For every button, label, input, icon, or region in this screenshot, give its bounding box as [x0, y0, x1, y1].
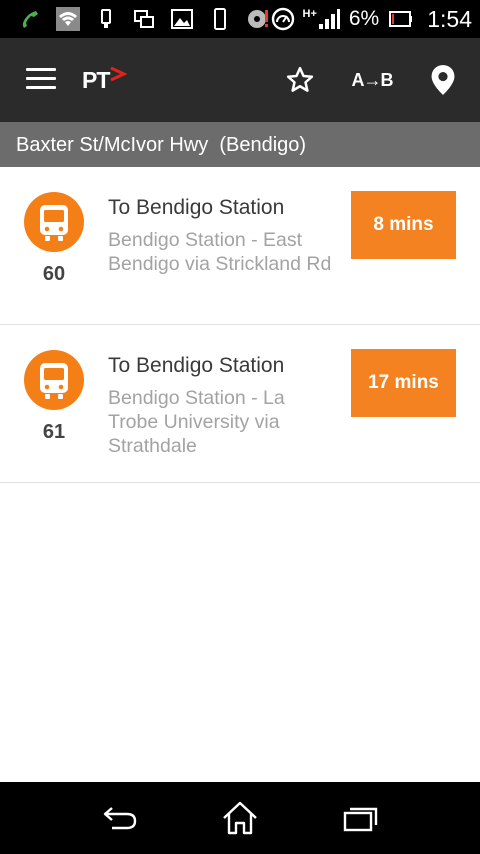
- navigation-bar: [0, 782, 480, 854]
- favorite-star-icon: [286, 66, 314, 92]
- screen-mirror-icon: [134, 10, 154, 28]
- home-icon: [223, 801, 257, 835]
- departure-time-button[interactable]: 17 mins: [351, 349, 456, 417]
- menu-icon: [20, 68, 64, 89]
- destination-label: To Bendigo Station: [108, 196, 285, 219]
- status-bar-notifications: [18, 6, 270, 32]
- device-icon: [214, 8, 226, 30]
- favorite-button[interactable]: [278, 58, 322, 102]
- battery-icon: [389, 11, 413, 27]
- battery-percent: 6%: [348, 7, 380, 30]
- destination-label: To Bendigo Station: [108, 354, 285, 377]
- usb-debug-icon: [101, 9, 111, 28]
- location-pin-icon: [431, 65, 455, 95]
- journey-planner-button[interactable]: A→B: [350, 58, 394, 102]
- network-type-label: H+: [302, 8, 317, 20]
- stop-header: Baxter St/McIvor Hwy (Bendigo): [0, 122, 480, 168]
- bus-icon: [24, 350, 84, 410]
- recent-apps-button[interactable]: [338, 798, 382, 838]
- status-bar-system: H+ 6% 1:54: [271, 5, 472, 32]
- storage-alert-icon: [248, 10, 268, 28]
- image-icon: [171, 9, 193, 29]
- departure-row[interactable]: 61 To Bendigo Station Bendigo Station - …: [0, 325, 480, 483]
- recent-apps-icon: [343, 807, 378, 832]
- status-bar: H+ 6% 1:54: [0, 0, 480, 38]
- route-number: 61: [42, 421, 66, 443]
- route-description: Bendigo Station - La Trobe University vi…: [108, 387, 285, 457]
- logo-text: PT: [82, 66, 110, 93]
- bus-icon: [24, 192, 84, 252]
- departure-time-button[interactable]: 8 mins: [351, 191, 456, 259]
- speedometer-icon: [271, 7, 294, 31]
- departure-row[interactable]: 60 To Bendigo Station Bendigo Station - …: [0, 167, 480, 325]
- pt-logo[interactable]: PT: [82, 64, 128, 96]
- logo-arrow-icon: [110, 66, 128, 82]
- home-button[interactable]: [218, 798, 262, 838]
- back-icon: [103, 807, 137, 830]
- route-description: Bendigo Station - East Bendigo via Stric…: [108, 229, 332, 275]
- signal-icon: [318, 9, 340, 29]
- menu-button[interactable]: [20, 64, 64, 96]
- location-button[interactable]: [421, 58, 465, 102]
- stop-title: Baxter St/McIvor Hwy (Bendigo): [16, 134, 307, 156]
- phone-call-icon: [22, 11, 38, 28]
- app-bar: PT A→B: [0, 38, 480, 122]
- wifi-icon: [56, 7, 80, 31]
- route-number: 60: [42, 263, 66, 285]
- journey-planner-label: A→B: [351, 69, 394, 90]
- clock-time: 1:54: [427, 5, 472, 32]
- back-button[interactable]: [98, 798, 142, 838]
